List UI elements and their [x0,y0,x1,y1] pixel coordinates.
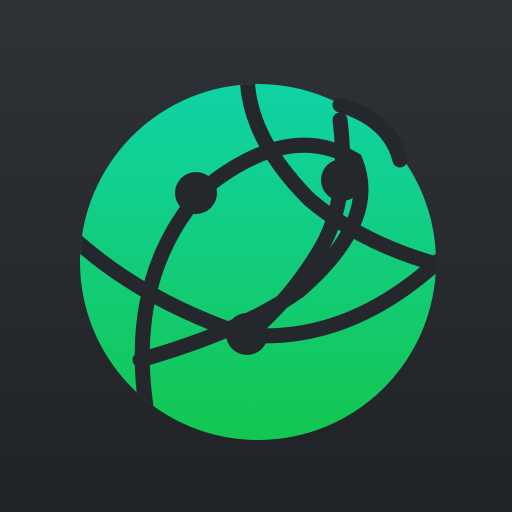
node-left [175,172,217,214]
app-icon [0,0,512,512]
node-bottom [226,313,268,355]
node-right [321,159,363,201]
network-globe-icon [80,84,436,440]
